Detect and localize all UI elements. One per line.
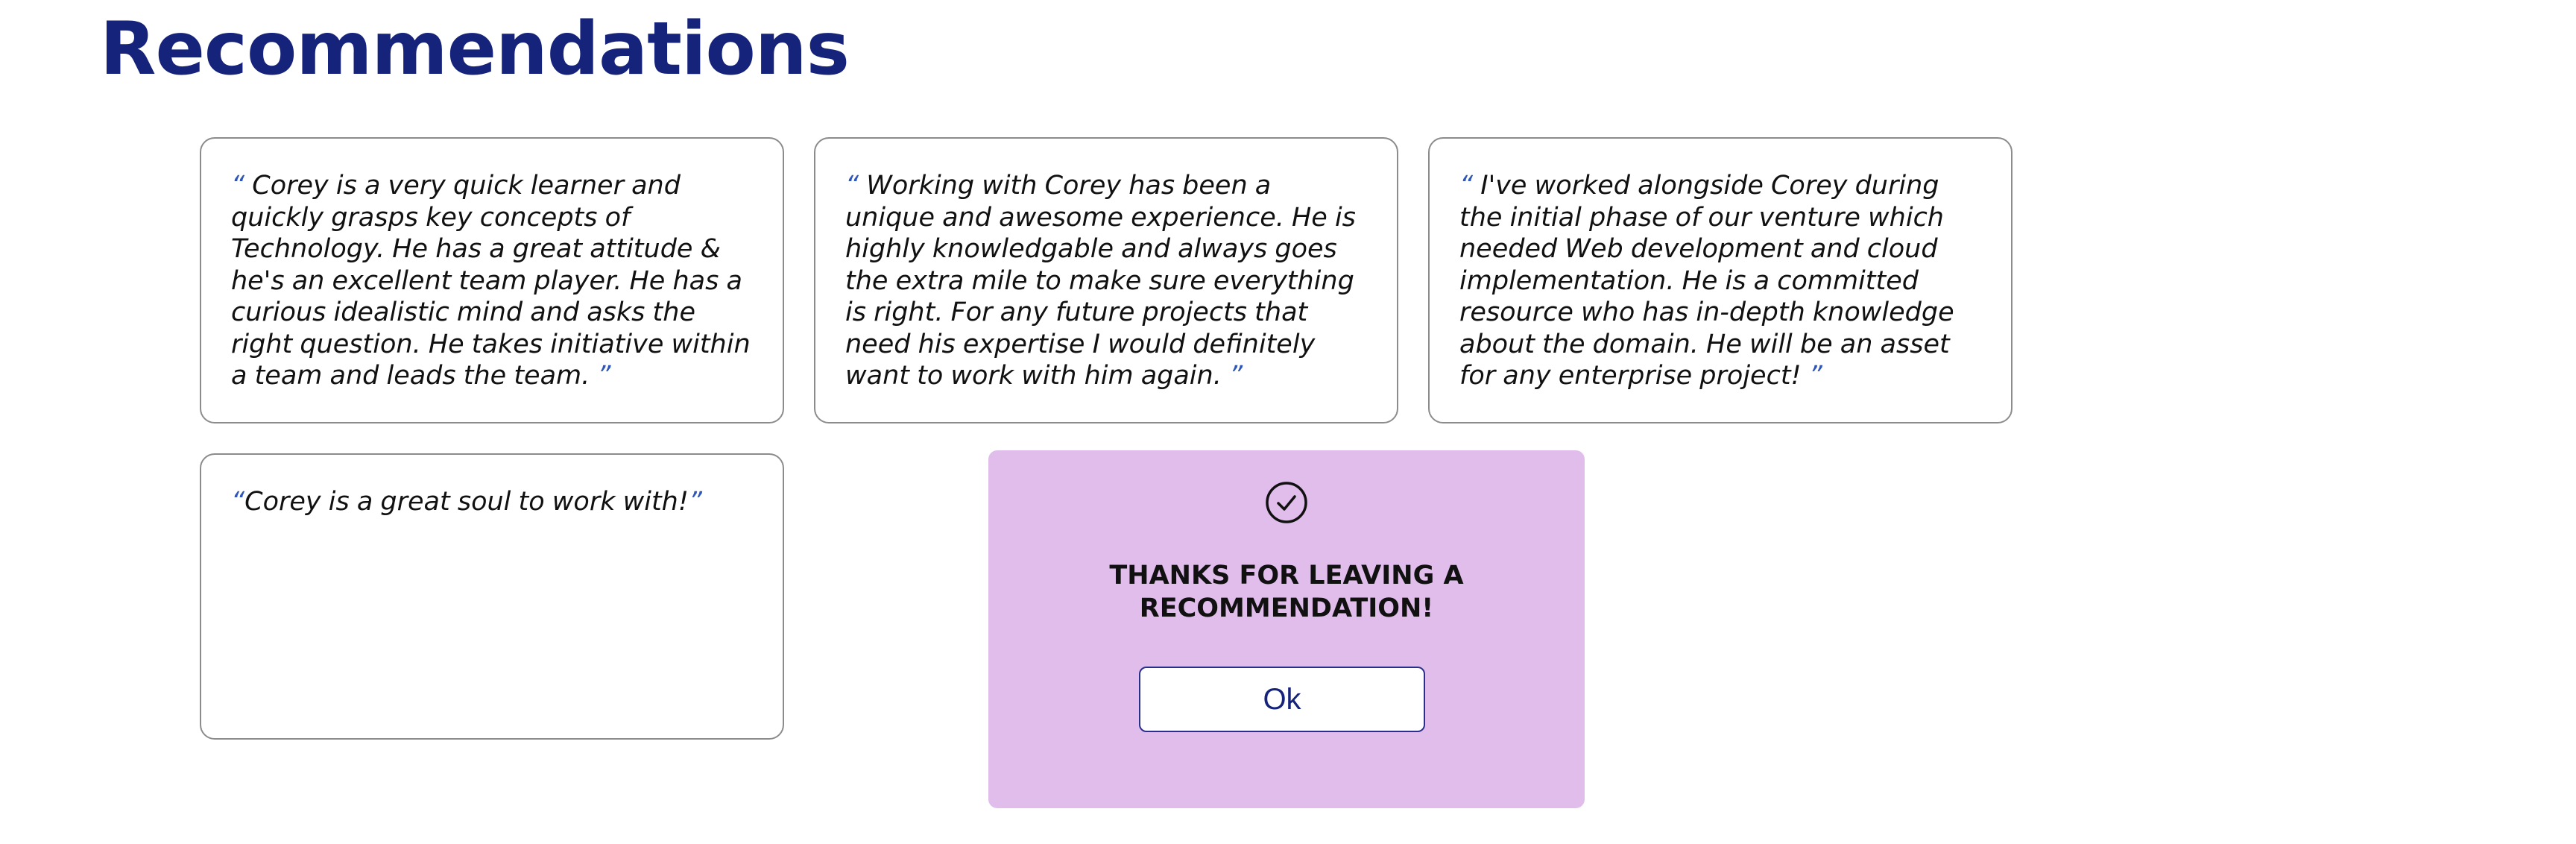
recommendation-body: Corey is a very quick learner and quickl… xyxy=(231,171,751,391)
open-quote-icon: “ xyxy=(231,487,245,517)
recommendation-card: “ Corey is a very quick learner and quic… xyxy=(200,137,784,423)
open-quote-icon: “ xyxy=(1459,171,1474,201)
close-quote-icon: ” xyxy=(1228,361,1243,391)
close-quote-icon: ” xyxy=(1808,361,1822,391)
recommendation-card: “Corey is a great soul to work with!” xyxy=(200,453,784,740)
recommendation-text: “ Corey is a very quick learner and quic… xyxy=(231,170,753,392)
recommendation-body: Corey is a great soul to work with! xyxy=(244,487,689,517)
open-quote-icon: “ xyxy=(231,171,245,201)
modal-message: THANKS FOR LEAVING A RECOMMENDATION! xyxy=(1109,561,1464,623)
close-quote-icon: ” xyxy=(597,361,611,391)
recommendation-body: I've worked alongside Corey during the i… xyxy=(1459,171,1954,391)
page-title: Recommendations xyxy=(100,7,850,92)
close-quote-icon: ” xyxy=(688,487,703,517)
recommendation-text: “ Working with Corey has been a unique a… xyxy=(845,170,1367,392)
recommendation-card: “ Working with Corey has been a unique a… xyxy=(814,137,1398,423)
check-circle-icon xyxy=(1266,482,1307,523)
recommendation-body: Working with Corey has been a unique and… xyxy=(845,171,1356,391)
open-quote-icon: “ xyxy=(845,171,859,201)
ok-button[interactable]: Ok xyxy=(1139,667,1425,732)
recommendation-text: “ I've worked alongside Corey during the… xyxy=(1459,170,1981,392)
recommendation-success-modal: THANKS FOR LEAVING A RECOMMENDATION! Ok xyxy=(988,450,1585,808)
recommendation-text: “Corey is a great soul to work with!” xyxy=(231,486,753,518)
recommendation-card: “ I've worked alongside Corey during the… xyxy=(1428,137,2012,423)
